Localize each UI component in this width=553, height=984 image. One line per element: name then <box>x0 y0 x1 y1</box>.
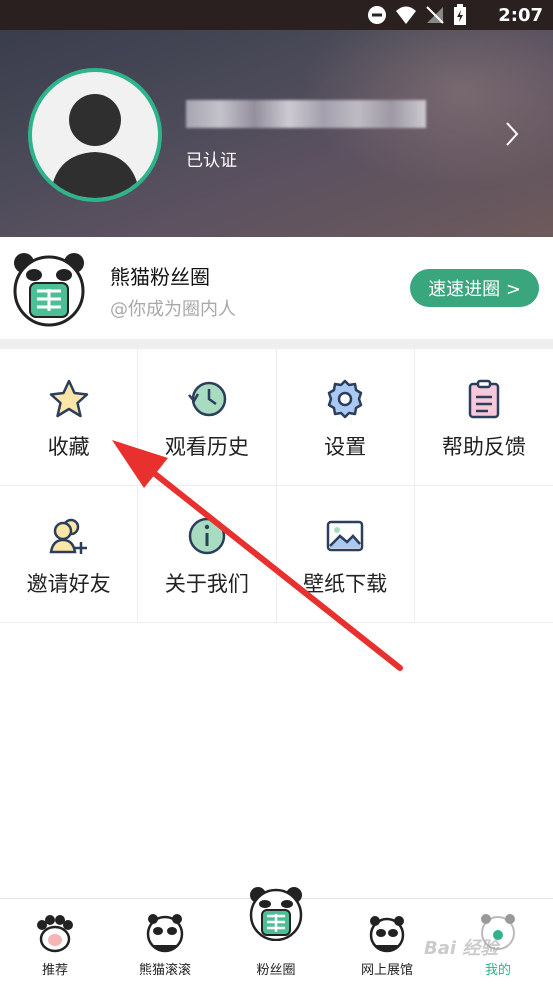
no-signal-icon <box>426 6 444 24</box>
panda-icon <box>146 914 184 953</box>
username-pixelated <box>186 100 426 128</box>
tab-label: 我的 <box>484 963 511 978</box>
menu-item-label: 设置 <box>324 435 367 459</box>
panda-circle-logo-icon <box>13 253 85 327</box>
battery-charging-icon <box>454 4 466 25</box>
menu-item-label: 帮助反馈 <box>441 435 526 459</box>
history-icon <box>187 381 227 417</box>
tab-label: 网上展馆 <box>360 963 413 978</box>
menu-item-about-us[interactable]: 关于我们 <box>138 486 277 623</box>
star-icon <box>49 379 88 418</box>
avatar[interactable] <box>28 68 162 202</box>
menu-item-invite-friends[interactable]: 邀请好友 <box>0 486 139 623</box>
tab-label: 推荐 <box>41 963 68 978</box>
panda-paw-icon <box>37 915 73 953</box>
add-user-icon <box>49 518 87 554</box>
enter-circle-button[interactable]: 速速进圈 > <box>410 269 539 307</box>
status-icons <box>367 4 467 26</box>
do-not-disturb-icon <box>368 6 386 24</box>
chevron-right-icon[interactable] <box>504 120 520 148</box>
menu-item-label: 关于我们 <box>164 572 249 596</box>
fan-circle-banner[interactable]: 熊猫粉丝圈 @你成为圈内人 速速进圈 > <box>0 237 553 339</box>
menu-item-label: 观看历史 <box>164 435 249 459</box>
wifi-icon <box>396 6 416 24</box>
menu-item-favorites[interactable]: 收藏 <box>0 349 139 486</box>
tab-label: 粉丝圈 <box>256 963 296 978</box>
menu-item-empty <box>414 486 553 623</box>
default-user-icon <box>50 94 140 198</box>
menu-item-label: 收藏 <box>47 435 90 459</box>
gear-icon <box>327 379 363 419</box>
tab-panda-rolling[interactable]: 熊猫滚滚 <box>110 899 220 984</box>
info-icon <box>188 517 226 555</box>
menu-item-label: 邀请好友 <box>26 572 111 596</box>
panda-circle-icon <box>249 887 303 941</box>
tab-recommend[interactable]: 推荐 <box>0 899 110 984</box>
tab-fan-circle[interactable]: 粉丝圈 <box>221 887 331 984</box>
section-divider <box>0 339 553 349</box>
watermark: Bai 经验 <box>424 938 499 959</box>
fan-circle-subtitle: @你成为圈内人 <box>110 299 236 320</box>
fan-circle-title: 熊猫粉丝圈 <box>110 265 210 289</box>
tab-label: 熊猫滚滚 <box>138 963 191 978</box>
menu-item-wallpaper-download[interactable]: 壁纸下载 <box>276 486 415 623</box>
menu-item-help-feedback[interactable]: 帮助反馈 <box>414 349 553 486</box>
clock: 2:07 <box>498 5 543 26</box>
image-icon <box>326 520 364 552</box>
verified-label: 已认证 <box>186 151 237 171</box>
profile-header[interactable]: 已认证 <box>0 30 553 237</box>
menu-item-watch-history[interactable]: 观看历史 <box>138 349 277 486</box>
menu-item-label: 壁纸下载 <box>303 572 388 596</box>
clipboard-icon <box>468 379 500 419</box>
panda-360-icon <box>369 916 405 953</box>
menu-item-settings[interactable]: 设置 <box>276 349 415 486</box>
menu-grid: 收藏 观看历史 设置 帮助反馈 邀请好友 关于我们 壁纸下载 <box>0 349 553 623</box>
status-bar: 2:07 <box>0 0 553 30</box>
